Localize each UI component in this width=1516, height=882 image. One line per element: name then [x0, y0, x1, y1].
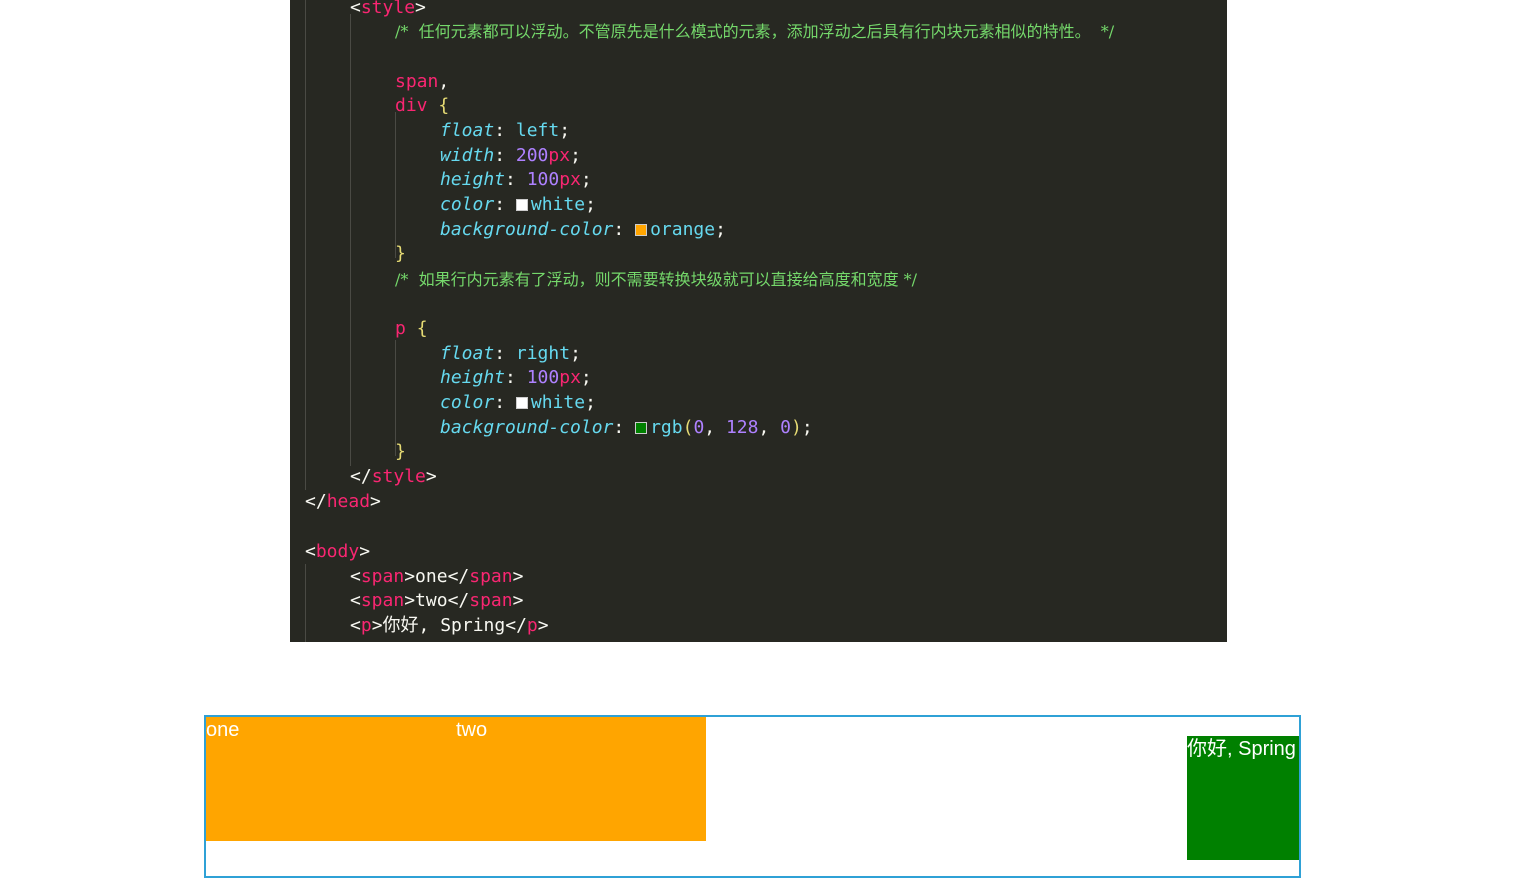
code-line: height: 100px; — [440, 367, 592, 388]
code-line: <p>你好, Spring</p> — [350, 615, 549, 636]
indent-guide — [395, 112, 396, 258]
code-line: p { — [395, 318, 428, 339]
indent-guide — [350, 14, 351, 466]
indent-guide — [305, 0, 306, 490]
code-line: float: right; — [440, 343, 581, 364]
color-swatch-orange — [635, 224, 648, 236]
code-line: <span>one</span> — [350, 566, 524, 587]
float-span-one: one — [206, 717, 456, 841]
code-line: background-color: orange; — [440, 219, 726, 240]
span-one-text: one — [206, 719, 240, 741]
span-two-text: two — [456, 719, 488, 741]
indent-guide — [305, 564, 306, 642]
code-line: </style> — [350, 466, 437, 487]
code-line: height: 100px; — [440, 169, 592, 190]
code-line: <body> — [305, 541, 371, 562]
code-line: width: 200px; — [440, 145, 581, 166]
float-paragraph: 你好, Spring — [1187, 736, 1299, 860]
code-editor: <style> /* 任何元素都可以浮动。不管原先是什么模式的元素，添加浮动之后… — [290, 0, 1227, 642]
paragraph-text: 你好, Spring — [1187, 738, 1296, 760]
code-line: <style> — [350, 0, 426, 18]
render-preview: one two 你好, Spring — [204, 715, 1301, 878]
color-swatch-green — [635, 422, 648, 434]
color-swatch-white — [515, 397, 528, 409]
code-line: } — [395, 441, 406, 462]
code-line: float: left; — [440, 120, 571, 141]
float-span-two: two — [456, 717, 706, 841]
code-line: color: white; — [440, 194, 596, 215]
code-comment: /* 任何元素都可以浮动。不管原先是什么模式的元素，添加浮动之后具有行内块元素相… — [395, 22, 1115, 41]
code-line: background-color: rgb(0, 128, 0); — [440, 417, 813, 438]
code-line: color: white; — [440, 392, 596, 413]
code-comment: /* 如果行内元素有了浮动，则不需要转换块级就可以直接给高度和宽度 */ — [395, 270, 918, 289]
color-swatch-white — [515, 199, 528, 211]
code-line: } — [395, 243, 406, 264]
code-line: div { — [395, 95, 450, 116]
code-line: span, — [395, 71, 450, 92]
indent-guide — [395, 340, 396, 456]
code-line: <span>two</span> — [350, 590, 524, 611]
code-line: </head> — [305, 491, 381, 512]
